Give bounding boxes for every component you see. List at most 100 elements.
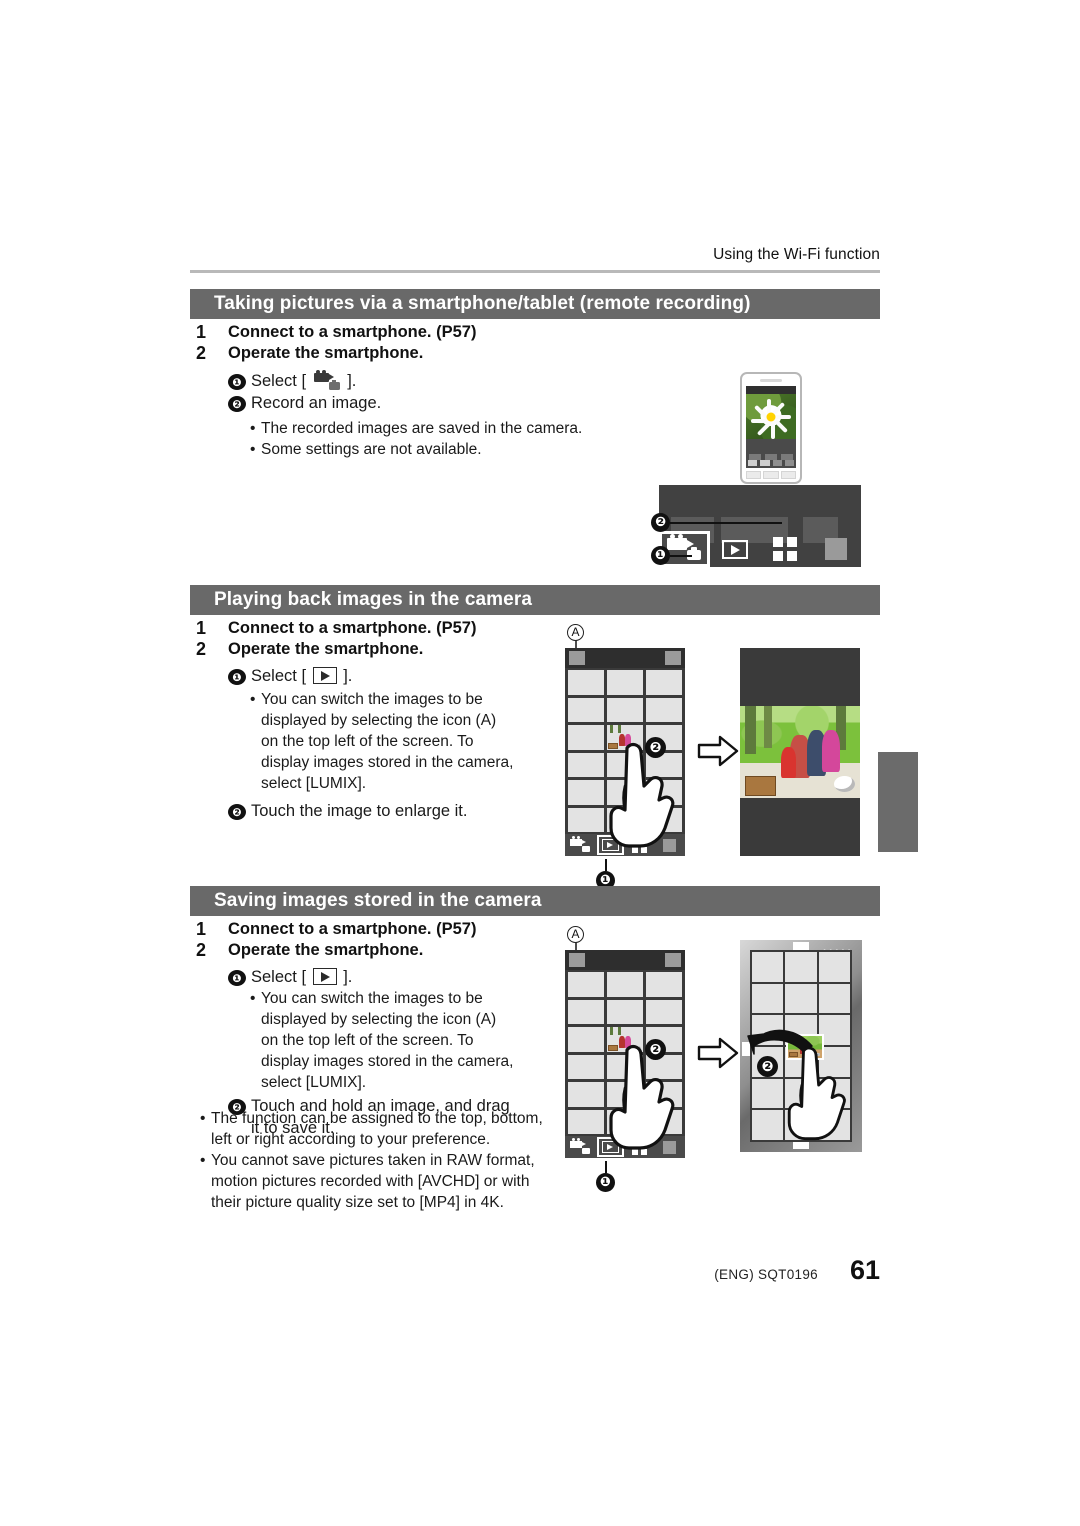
play-icon (312, 968, 337, 985)
marker-1: ❶ (596, 1173, 615, 1192)
callout-1-remote: ❶ (651, 546, 692, 565)
playback-button[interactable] (710, 531, 761, 567)
thumbnail-cell[interactable] (568, 972, 604, 997)
marker-2: ❷ (757, 1056, 778, 1077)
thumbnail-cell[interactable] (568, 1082, 604, 1107)
thumbnail-cell[interactable] (568, 1054, 604, 1079)
phone-soft-keys (746, 471, 796, 479)
thumbnail-cell[interactable] (646, 807, 682, 832)
list-item-label: left or right according to your preferen… (211, 1131, 491, 1148)
thumbnail-cell[interactable] (607, 999, 643, 1024)
phone-toolbar-mini (748, 459, 794, 466)
leader-line (604, 859, 607, 871)
thumbnail-cell[interactable] (568, 1109, 604, 1134)
substep-text-after: ]. (343, 968, 353, 986)
thumbnail-cell[interactable] (607, 752, 643, 777)
list-item: select [LUMIX]. (250, 773, 558, 794)
list-item: • You can switch the images to be (250, 988, 558, 1009)
list-item-label: on the top left of the screen. To (261, 733, 474, 750)
thumbnail-cell[interactable] (568, 752, 604, 777)
topbar-right-icon[interactable] (665, 651, 681, 665)
step-row: 1 Connect to a smartphone. (P57) (196, 322, 666, 343)
list-item-label: displayed by selecting the icon (A) (261, 712, 497, 729)
thumbnail-cell[interactable] (607, 1054, 643, 1079)
thumbnail-cell[interactable] (646, 1082, 682, 1107)
grid-button[interactable] (627, 1137, 654, 1157)
grid-button[interactable] (627, 835, 654, 855)
list-item: • The function can be assigned to the top… (200, 1108, 570, 1129)
step-number: 2 (196, 639, 207, 659)
thumbnail-cell[interactable] (568, 780, 604, 805)
thumbnail-cell[interactable] (646, 670, 682, 695)
phone-ui-overlay (746, 439, 796, 468)
movie-camera-icon (570, 1138, 591, 1154)
thumbnail-cell[interactable] (568, 725, 604, 750)
list-item: • You cannot save pictures taken in RAW f… (200, 1150, 570, 1171)
remote-record-button[interactable] (567, 835, 594, 855)
switch-source-icon[interactable] (569, 953, 585, 967)
step-row: 1 Connect to a smartphone. (P57) (196, 919, 576, 940)
thumbnail-cell[interactable] (568, 1027, 604, 1052)
marker-1: ❶ (228, 374, 246, 390)
thumbnail-grid-phone-playback (565, 648, 685, 856)
substep-record: ❷ Record an image. (228, 392, 668, 414)
thumbnail-cell-selected-photo[interactable] (607, 725, 643, 750)
marker-2: ❷ (651, 513, 670, 532)
running-head: Using the Wi-Fi function (713, 246, 880, 263)
thumbnail-cell[interactable] (568, 807, 604, 832)
marker-2: ❷ (228, 804, 246, 820)
thumbnail-cell[interactable] (607, 697, 643, 722)
thumbnail-cell[interactable] (568, 697, 604, 722)
blank-button[interactable] (811, 531, 862, 567)
step-row: 2 Operate the smartphone. (196, 639, 576, 660)
list-item: select [LUMIX]. (250, 1072, 558, 1093)
flower-photo (746, 394, 796, 439)
thumbnail-cell[interactable] (607, 807, 643, 832)
phone-topbar (565, 648, 685, 668)
remote-record-button[interactable] (567, 1137, 594, 1157)
marker-2: ❷ (645, 737, 666, 758)
thumbnail-cell[interactable] (646, 697, 682, 722)
callout-2-remote: ❷ (651, 513, 782, 532)
bullet-dot: • (200, 1110, 206, 1127)
topbar-right-icon[interactable] (665, 953, 681, 967)
blank-button[interactable] (656, 1137, 683, 1157)
thumbnail-cell[interactable] (607, 780, 643, 805)
thumbnail-cell[interactable] (568, 999, 604, 1024)
thumbnail-cell-selected-photo[interactable] (607, 1027, 643, 1052)
blank-button[interactable] (656, 835, 683, 855)
bullet-dot: • (250, 420, 256, 437)
thumbnail-cell[interactable] (607, 670, 643, 695)
section-title-remote-recording: Taking pictures via a smartphone/tablet … (190, 289, 880, 319)
grid-button[interactable] (760, 531, 811, 567)
playback-button[interactable] (596, 835, 624, 855)
list-item-label: You cannot save pictures taken in RAW fo… (211, 1152, 535, 1169)
marker-2: ❷ (228, 396, 246, 412)
smartphone-illustration (740, 372, 802, 484)
thumbnail-cell[interactable] (607, 972, 643, 997)
blank-tile-icon (663, 1140, 677, 1154)
thumbnail-cell[interactable] (607, 1109, 643, 1134)
list-item: • You can switch the images to be (250, 689, 558, 710)
list-item: displayed by selecting the icon (A) (250, 710, 558, 731)
notes-list: • You can switch the images to be display… (250, 689, 558, 794)
list-item-label: The recorded images are saved in the cam… (261, 420, 583, 437)
list-item: motion pictures recorded with [AVCHD] or… (200, 1171, 570, 1192)
thumbnail-cell[interactable] (646, 1109, 682, 1134)
thumbnail-cell[interactable] (607, 1082, 643, 1107)
thumbnail-cell[interactable] (568, 670, 604, 695)
switch-source-icon[interactable] (569, 651, 585, 665)
blank-tile-icon (663, 838, 677, 852)
movie-camera-icon (313, 370, 340, 390)
four-square-grid-icon (772, 459, 782, 466)
substep-select: ❶ Select [ ]. (228, 966, 558, 988)
thumbnail-cell[interactable] (646, 780, 682, 805)
thumbnail-cell[interactable] (646, 999, 682, 1024)
bullet-dot: • (250, 691, 256, 708)
step-number: 1 (196, 322, 207, 342)
arrow-right-icon (697, 1037, 739, 1069)
phone-topbar (565, 950, 685, 970)
playback-button[interactable] (596, 1137, 624, 1157)
step-text: Connect to a smartphone. (P57) (228, 920, 477, 938)
thumbnail-cell[interactable] (646, 972, 682, 997)
